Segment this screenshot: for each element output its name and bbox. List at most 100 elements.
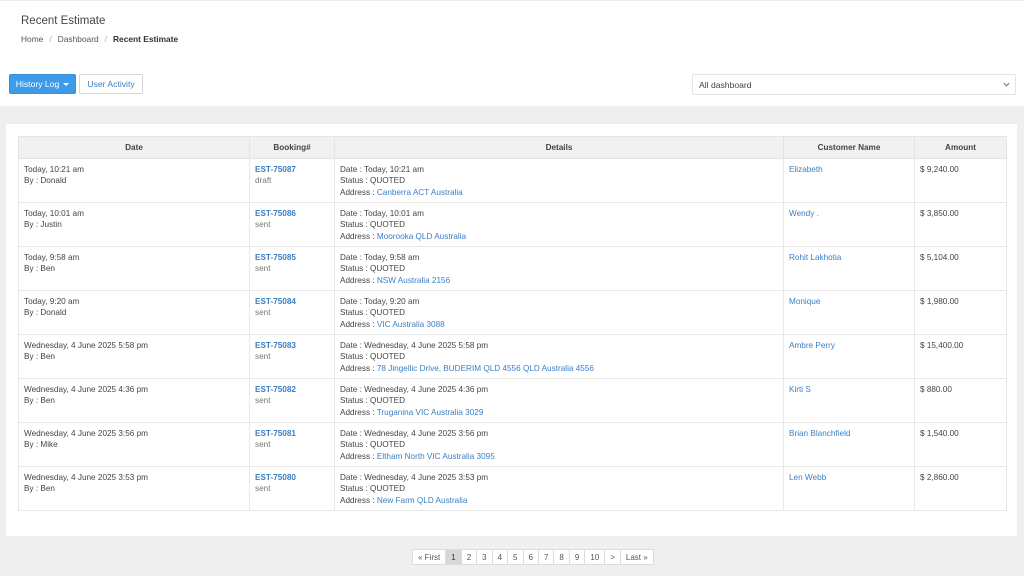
details-cell: Date : Today, 10:01 am Status : QUOTED Add… [334, 202, 784, 247]
dashboard-select-value: All dashboard [699, 79, 752, 90]
details-cell: Date : Wednesday, 4 June 2025 3:53 pm Sta… [334, 466, 784, 511]
pagination-page[interactable]: 1 [446, 549, 462, 565]
booking-link[interactable]: EST-75086 [255, 208, 329, 219]
customer-cell: Brian Blanchfield [783, 422, 915, 467]
table-row: Today, 9:20 am By : Donald EST-75084 sent Da… [18, 290, 1007, 335]
pagination-page[interactable]: 5 [508, 549, 524, 565]
caret-down-icon [63, 82, 70, 86]
date-cell: Wednesday, 4 June 2025 3:53 pm By : Ben [18, 466, 250, 511]
booking-cell: EST-75083 sent [249, 334, 335, 379]
booking-link[interactable]: EST-75085 [255, 252, 329, 263]
breadcrumb-dashboard[interactable]: Dashboard [58, 34, 99, 44]
detail-address: Address : Eltham North VIC Australia 309… [340, 451, 778, 462]
address-link[interactable]: Canberra ACT Australia [377, 188, 463, 197]
booking-state: sent [255, 352, 271, 362]
pagination-page[interactable]: 7 [538, 549, 555, 565]
customer-link[interactable]: Kirti S [789, 385, 811, 394]
booking-link[interactable]: EST-75087 [255, 164, 329, 175]
address-link[interactable]: New Farm QLD Australia [377, 496, 468, 505]
table-row: Today, 9:58 am By : Ben EST-75085 sent Date … [18, 246, 1007, 291]
pagination-page[interactable]: 4 [492, 549, 509, 565]
address-link[interactable]: VIC Australia 3088 [377, 320, 445, 329]
pagination-last[interactable]: Last » [620, 549, 654, 565]
customer-link[interactable]: Len Webb [789, 473, 826, 482]
booking-cell: EST-75085 sent [249, 246, 335, 291]
address-link[interactable]: Eltham North VIC Australia 3095 [377, 452, 495, 461]
breadcrumb-home[interactable]: Home [21, 34, 43, 44]
row-author: By : Ben [24, 352, 55, 362]
customer-link[interactable]: Ambre Perry [789, 341, 835, 350]
booking-state: sent [255, 440, 271, 450]
pagination-next[interactable]: > [605, 549, 621, 565]
pagination-page[interactable]: 8 [554, 549, 570, 565]
detail-address: Address : Truganina VIC Australia 3029 [340, 407, 778, 418]
row-author: By : Ben [24, 484, 55, 494]
address-link[interactable]: Moorooka QLD Australia [377, 232, 466, 241]
table-header-row: Date Booking# Details Customer Name Amou… [18, 136, 1007, 159]
row-date: Today, 10:21 am [24, 165, 84, 174]
address-label: Address : [340, 363, 377, 373]
amount-cell: $ 1,980.00 [914, 290, 1007, 335]
pagination-page[interactable]: 6 [523, 549, 539, 565]
date-cell: Today, 9:20 am By : Donald [18, 290, 250, 335]
booking-link[interactable]: EST-75082 [255, 384, 329, 395]
pagination-page[interactable]: 3 [477, 549, 493, 565]
row-date: Wednesday, 4 June 2025 3:53 pm [24, 473, 148, 482]
table-row: Wednesday, 4 June 2025 4:36 pm By : Ben ES… [18, 378, 1007, 423]
detail-date: Date : Today, 9:20 am [340, 297, 420, 306]
pagination-page[interactable]: 10 [585, 549, 606, 565]
customer-cell: Monique [783, 290, 915, 335]
row-author: By : Justin [24, 220, 62, 230]
booking-link[interactable]: EST-75081 [255, 428, 329, 439]
detail-status: Status : QUOTED [340, 352, 406, 362]
row-date: Wednesday, 4 June 2025 4:36 pm [24, 385, 148, 394]
booking-link[interactable]: EST-75083 [255, 340, 329, 351]
booking-cell: EST-75081 sent [249, 422, 335, 467]
history-log-button[interactable]: History Log [9, 74, 76, 94]
chevron-down-icon [1002, 80, 1011, 91]
booking-link[interactable]: EST-75084 [255, 296, 329, 307]
table-row: Wednesday, 4 June 2025 5:58 pm By : Ben ES… [18, 334, 1007, 379]
date-cell: Wednesday, 4 June 2025 3:56 pm By : Mike [18, 422, 250, 467]
table-row: Wednesday, 4 June 2025 3:56 pm By : Mike E… [18, 422, 1007, 467]
booking-cell: EST-75084 sent [249, 290, 335, 335]
pagination-page[interactable]: 9 [569, 549, 586, 565]
row-author: By : Donald [24, 308, 67, 318]
pagination-first[interactable]: « First [412, 549, 447, 565]
booking-link[interactable]: EST-75080 [255, 472, 329, 483]
address-link[interactable]: NSW Australia 2156 [377, 276, 450, 285]
booking-state: draft [255, 176, 272, 186]
details-cell: Date : Wednesday, 4 June 2025 3:56 pm Sta… [334, 422, 784, 467]
pagination-page[interactable]: 2 [461, 549, 478, 565]
customer-link[interactable]: Monique [789, 297, 820, 306]
address-label: Address : [340, 275, 377, 285]
breadcrumb: Home / Dashboard / Recent Estimate [21, 34, 178, 44]
amount-cell: $ 15,400.00 [914, 334, 1007, 379]
customer-cell: Ambre Perry [783, 334, 915, 379]
address-label: Address : [340, 451, 377, 461]
detail-date: Date : Wednesday, 4 June 2025 3:53 pm [340, 473, 489, 482]
breadcrumb-current: Recent Estimate [112, 34, 179, 44]
detail-status: Status : QUOTED [340, 176, 406, 186]
details-cell: Date : Wednesday, 4 June 2025 5:58 pm Sta… [334, 334, 784, 379]
amount-cell: $ 2,860.00 [914, 466, 1007, 511]
customer-link[interactable]: Wendy . [789, 209, 819, 218]
dashboard-select[interactable]: All dashboard [692, 74, 1016, 95]
table-row: Today, 10:01 am By : Justin EST-75086 sent D… [18, 202, 1007, 247]
address-link[interactable]: 78 Jingellic Drive, BUDERIM QLD 4556 QLD… [377, 364, 594, 373]
customer-link[interactable]: Brian Blanchfield [789, 429, 850, 438]
customer-link[interactable]: Rohit Lakhotia [789, 253, 841, 262]
history-log-label: History Log [15, 79, 60, 89]
detail-status: Status : QUOTED [340, 264, 406, 274]
details-cell: Date : Today, 9:20 am Status : QUOTED Addr… [334, 290, 784, 335]
address-link[interactable]: Truganina VIC Australia 3029 [377, 408, 484, 417]
breadcrumb-separator: / [104, 34, 107, 44]
customer-cell: Len Webb [783, 466, 915, 511]
address-label: Address : [340, 187, 377, 197]
user-activity-button[interactable]: User Activity [79, 74, 143, 94]
row-author: By : Ben [24, 264, 55, 274]
customer-link[interactable]: Elizabeth [789, 165, 823, 174]
detail-date: Date : Wednesday, 4 June 2025 4:36 pm [340, 385, 489, 394]
table-row: Wednesday, 4 June 2025 3:53 pm By : Ben ES… [18, 466, 1007, 511]
detail-address: Address : NSW Australia 2156 [340, 275, 778, 286]
